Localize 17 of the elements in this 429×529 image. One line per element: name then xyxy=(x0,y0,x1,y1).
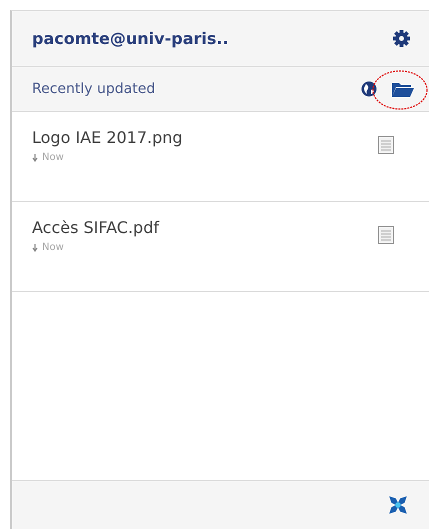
section-title: Recently updated xyxy=(32,81,156,97)
folder-icon[interactable] xyxy=(391,80,415,98)
document-icon[interactable] xyxy=(378,226,394,244)
document-icon[interactable] xyxy=(378,136,394,154)
settings-icon[interactable] xyxy=(392,29,411,48)
file-item[interactable]: Logo IAE 2017.png Now xyxy=(12,112,429,202)
updated-time: Now xyxy=(42,152,64,163)
download-arrow-icon xyxy=(32,244,38,252)
download-arrow-icon xyxy=(32,154,38,162)
file-name: Accès SIFAC.pdf xyxy=(32,218,160,237)
file-item[interactable]: Accès SIFAC.pdf Now xyxy=(12,202,429,292)
account-name: pacomte@univ-paris.. xyxy=(32,29,229,48)
file-name: Logo IAE 2017.png xyxy=(32,128,184,147)
globe-icon[interactable] xyxy=(361,81,377,97)
highlight-ellipse xyxy=(371,69,429,111)
updated-time: Now xyxy=(42,242,64,253)
cross-logo-icon[interactable] xyxy=(387,494,409,516)
